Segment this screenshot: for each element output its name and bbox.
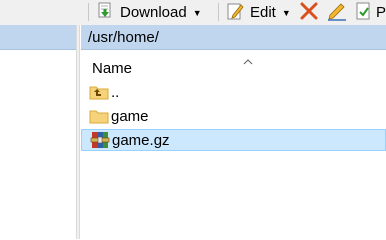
- properties-icon: [355, 1, 373, 24]
- file-name: ..: [111, 83, 120, 101]
- pane-splitter[interactable]: [76, 25, 80, 239]
- properties-button[interactable]: P: [355, 2, 386, 23]
- column-header-row: Name: [81, 50, 386, 80]
- local-file-pane[interactable]: [0, 50, 76, 239]
- file-row-game-gz[interactable]: game.gz: [81, 129, 386, 151]
- edit-dropdown-arrow[interactable]: ▼: [282, 8, 291, 18]
- edit-label: Edit: [250, 4, 276, 21]
- archive-icon: [90, 131, 110, 149]
- remote-path-bar[interactable]: /usr/home/: [81, 25, 386, 50]
- rename-button[interactable]: [326, 2, 348, 23]
- edit-button[interactable]: Edit ▼: [225, 2, 291, 23]
- download-label: Download: [120, 4, 187, 21]
- file-row-game[interactable]: game: [81, 105, 386, 127]
- remote-path: /usr/home/: [88, 28, 159, 46]
- column-header-name[interactable]: Name: [92, 60, 132, 77]
- delete-button[interactable]: [299, 2, 319, 23]
- parent-folder-icon: [89, 83, 109, 101]
- download-button[interactable]: Download ▼: [95, 2, 202, 23]
- download-dropdown-arrow[interactable]: ▼: [193, 8, 202, 18]
- sort-ascending-icon: [243, 52, 253, 68]
- delete-icon: [299, 1, 319, 24]
- file-name: game: [111, 107, 149, 125]
- rename-icon: [326, 1, 348, 24]
- toolbar-separator: [88, 3, 89, 21]
- download-icon: [95, 1, 115, 24]
- local-path-bar[interactable]: [0, 25, 76, 50]
- toolbar-separator: [218, 3, 219, 21]
- toolbar: Download ▼ Edit ▼ P: [0, 0, 386, 25]
- file-name: game.gz: [112, 131, 170, 149]
- properties-label: P: [376, 4, 386, 21]
- file-row-parent[interactable]: ..: [81, 81, 386, 103]
- folder-icon: [89, 107, 109, 125]
- edit-icon: [225, 1, 245, 24]
